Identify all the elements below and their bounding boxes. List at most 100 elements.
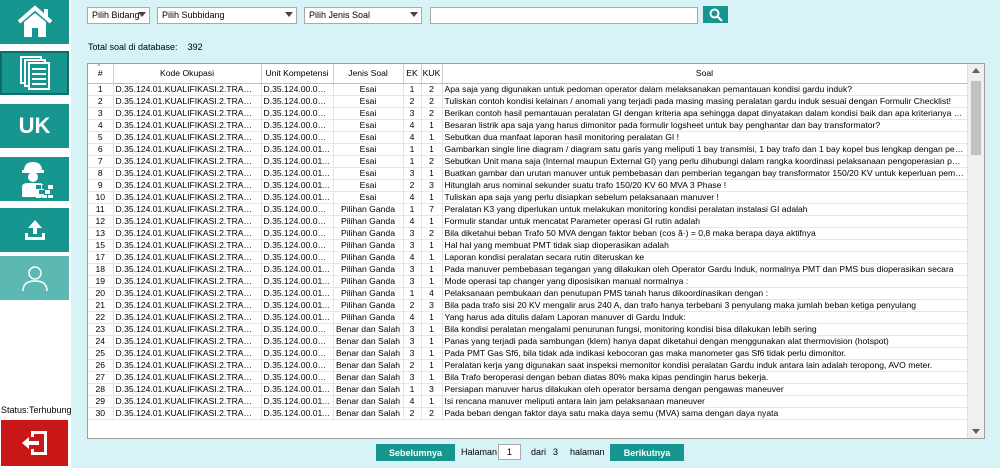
table-row[interactable]: 3 D.35.124.01.KUALIFIKASI.2.TRAGID D.35.12… [88, 107, 968, 120]
cell-ek: 4 [403, 215, 422, 228]
vertical-scrollbar[interactable] [967, 64, 984, 438]
cell-jenis: Benar dan Salah [333, 347, 404, 360]
cell-kode: D.35.124.01.KUALIFIKASI.2.TRAGID [113, 371, 262, 384]
cell-soal: Peralatan kerja yang digunakan saat insp… [442, 359, 968, 372]
sidebar-item-assessor[interactable] [0, 157, 69, 201]
next-page-button[interactable]: Berikutnya [610, 444, 684, 461]
bidang-select[interactable]: Pilih Bidang [87, 7, 150, 24]
cell-soal: Pelaksanaan pembukaan dan penutupan PMS … [442, 287, 968, 300]
cell-soal: Sebutkan Unit mana saja (Internal maupun… [442, 155, 968, 168]
sidebar-item-home[interactable] [0, 0, 69, 44]
cell-jenis: Pilihan Ganda [333, 311, 404, 324]
cell-no: 30 [88, 407, 114, 420]
cell-jenis: Esai [333, 119, 404, 132]
cell-soal: Apa saja yang digunakan untuk pedoman op… [442, 83, 968, 96]
table-row[interactable]: 4 D.35.124.01.KUALIFIKASI.2.TRAGID D.35.12… [88, 119, 968, 132]
table-row[interactable]: 26 D.35.124.01.KUALIFIKASI.2.TRAGID D.35.1… [88, 359, 968, 372]
cell-no: 3 [88, 107, 114, 120]
column-header-soal[interactable]: Soal [442, 64, 968, 84]
table-row[interactable]: 25 D.35.124.01.KUALIFIKASI.2.TRAGID D.35.1… [88, 347, 968, 360]
cell-jenis: Benar dan Salah [333, 323, 404, 336]
cell-ek: 4 [403, 131, 422, 144]
cell-ek: 2 [403, 95, 422, 108]
cell-jenis: Esai [333, 95, 404, 108]
page-number-input[interactable] [498, 444, 521, 460]
cell-no: 1 [88, 83, 114, 96]
connection-status: Status:Terhubung [1, 405, 72, 415]
soal-table[interactable]: ^ # Kode Okupasi Unit Kompetensi Jenis So… [87, 63, 985, 439]
table-row[interactable]: 23 D.35.124.01.KUALIFIKASI.2.TRAGID D.35.1… [88, 323, 968, 336]
column-header-no[interactable]: ^ # [88, 64, 114, 84]
scroll-thumb[interactable] [971, 81, 981, 155]
cell-soal: Tuliskan contoh kondisi kelainan / anoma… [442, 95, 968, 108]
table-row[interactable]: 9 D.35.124.01.KUALIFIKASI.2.TRAGID D.35.12… [88, 179, 968, 192]
prev-page-button[interactable]: Sebelumnya [376, 444, 455, 461]
cell-kuk: 1 [421, 275, 443, 288]
table-row[interactable]: 8 D.35.124.01.KUALIFIKASI.2.TRAGID D.35.12… [88, 167, 968, 180]
table-row[interactable]: 7 D.35.124.01.KUALIFIKASI.2.TRAGID D.35.12… [88, 155, 968, 168]
cell-no: 10 [88, 191, 114, 204]
table-row[interactable]: 11 D.35.124.01.KUALIFIKASI.2.TRAGID D.35.1… [88, 203, 968, 216]
cell-ek: 2 [403, 407, 422, 420]
table-row[interactable]: 27 D.35.124.01.KUALIFIKASI.2.TRAGID D.35.1… [88, 371, 968, 384]
table-row[interactable]: 18 D.35.124.01.KUALIFIKASI.2.TRAGID D.35.1… [88, 263, 968, 276]
table-row[interactable]: 19 D.35.124.01.KUALIFIKASI.2.TRAGID D.35.1… [88, 275, 968, 288]
table-row[interactable]: 10 D.35.124.01.KUALIFIKASI.2.TRAGID D.35.1… [88, 191, 968, 204]
cell-no: 11 [88, 203, 114, 216]
table-row[interactable]: 15 D.35.124.01.KUALIFIKASI.2.TRAGID D.35.1… [88, 239, 968, 252]
column-header-unit[interactable]: Unit Kompetensi [261, 64, 334, 84]
table-row[interactable]: 21 D.35.124.01.KUALIFIKASI.2.TRAGID D.35.1… [88, 299, 968, 312]
cell-soal: Hal hal yang membuat PMT tidak siap diop… [442, 239, 968, 252]
table-row[interactable]: 28 D.35.124.01.KUALIFIKASI.2.TRAGID D.35.1… [88, 383, 968, 396]
logout-button[interactable] [1, 420, 68, 466]
column-header-jenis[interactable]: Jenis Soal [333, 64, 404, 84]
table-row[interactable]: 13 D.35.124.01.KUALIFIKASI.2.TRAGID D.35.1… [88, 227, 968, 240]
sidebar-item-documents[interactable] [0, 51, 69, 95]
sidebar: UK Status:Terhubung [0, 0, 72, 468]
column-header-ek[interactable]: EK [403, 64, 422, 84]
cell-jenis: Pilihan Ganda [333, 203, 404, 216]
cell-jenis: Pilihan Ganda [333, 299, 404, 312]
table-row[interactable]: 30 D.35.124.01.KUALIFIKASI.2.TRAGID D.35.1… [88, 407, 968, 420]
cell-unit: D.35.124.00.011.1 [261, 287, 334, 300]
cell-kode: D.35.124.01.KUALIFIKASI.2.TRAGID [113, 83, 262, 96]
search-button[interactable] [703, 6, 728, 23]
sidebar-item-user[interactable] [0, 256, 69, 300]
cell-jenis: Benar dan Salah [333, 335, 404, 348]
user-icon [21, 266, 48, 292]
cell-kuk: 2 [421, 155, 443, 168]
search-input[interactable] [430, 7, 698, 24]
table-body: 1 D.35.124.01.KUALIFIKASI.2.TRAGID D.35.12… [88, 83, 968, 420]
table-row[interactable]: 1 D.35.124.01.KUALIFIKASI.2.TRAGID D.35.12… [88, 83, 968, 96]
total-soal-label: Total soal di database: [88, 42, 178, 52]
cell-kuk: 1 [421, 311, 443, 324]
table-row[interactable]: 6 D.35.124.01.KUALIFIKASI.2.TRAGID D.35.12… [88, 143, 968, 156]
cell-kuk: 1 [421, 359, 443, 372]
cell-kode: D.35.124.01.KUALIFIKASI.2.TRAGID [113, 407, 262, 420]
jenis-soal-select[interactable]: Pilih Jenis Soal [304, 7, 422, 24]
cell-kode: D.35.124.01.KUALIFIKASI.2.TRAGID [113, 179, 262, 192]
sidebar-item-upload[interactable] [0, 208, 69, 252]
subbidang-select[interactable]: Pilih Subbidang [157, 7, 297, 24]
column-header-kode[interactable]: Kode Okupasi [113, 64, 262, 84]
table-row[interactable]: 29 D.35.124.01.KUALIFIKASI.2.TRAGID D.35.1… [88, 395, 968, 408]
table-row[interactable]: 12 D.35.124.01.KUALIFIKASI.2.TRAGID D.35.1… [88, 215, 968, 228]
cell-kuk: 1 [421, 263, 443, 276]
cell-kode: D.35.124.01.KUALIFIKASI.2.TRAGID [113, 335, 262, 348]
table-row[interactable]: 2 D.35.124.01.KUALIFIKASI.2.TRAGID D.35.12… [88, 95, 968, 108]
cell-kuk: 2 [421, 407, 443, 420]
table-row[interactable]: 22 D.35.124.01.KUALIFIKASI.2.TRAGID D.35.1… [88, 311, 968, 324]
cell-jenis: Benar dan Salah [333, 371, 404, 384]
table-row[interactable]: 20 D.35.124.01.KUALIFIKASI.2.TRAGID D.35.1… [88, 287, 968, 300]
sidebar-item-uk[interactable]: UK [0, 104, 69, 148]
cell-unit: D.35.124.00.011.1 [261, 311, 334, 324]
table-row[interactable]: 17 D.35.124.01.KUALIFIKASI.2.TRAGID D.35.1… [88, 251, 968, 264]
table-header-row: ^ # Kode Okupasi Unit Kompetensi Jenis So… [88, 64, 968, 84]
cell-jenis: Esai [333, 155, 404, 168]
table-row[interactable]: 5 D.35.124.01.KUALIFIKASI.2.TRAGID D.35.12… [88, 131, 968, 144]
halaman-label: Halaman [461, 447, 498, 457]
column-header-kuk[interactable]: KUK [421, 64, 443, 84]
scroll-down-icon[interactable] [972, 429, 980, 434]
scroll-up-icon[interactable] [972, 68, 980, 73]
table-row[interactable]: 24 D.35.124.01.KUALIFIKASI.2.TRAGID D.35.1… [88, 335, 968, 348]
